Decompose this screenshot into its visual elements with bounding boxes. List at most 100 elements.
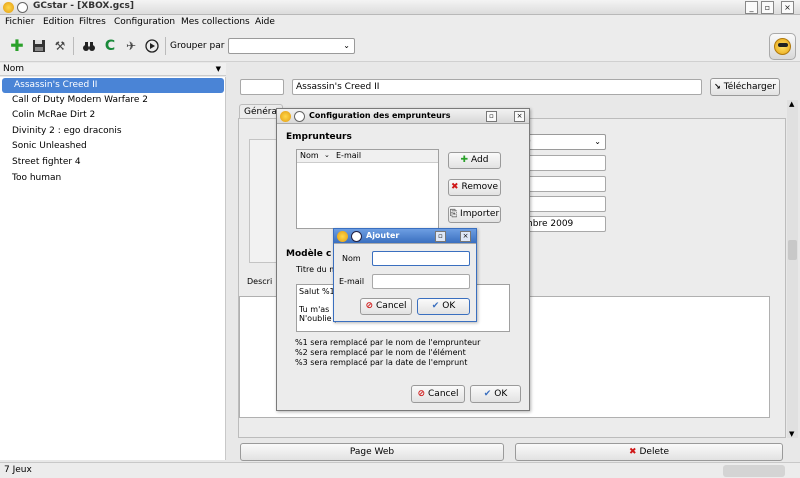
import-button-label: Importer xyxy=(460,209,500,219)
legend-line-3: %3 sera remplacé par la date de l'emprun… xyxy=(295,358,468,367)
borrowers-list[interactable]: Nom ⌄ E-mail xyxy=(296,149,439,229)
menu-aide[interactable]: Aide xyxy=(255,17,275,27)
ok-button-label: OK xyxy=(442,301,456,311)
chevron-down-icon: ⌄ xyxy=(324,151,330,159)
list-item[interactable]: Divinity 2 : ego draconis xyxy=(0,124,226,139)
add-dialog-titlebar: Ajouter ▫ × xyxy=(334,229,476,244)
list-item[interactable]: Call of Duty Modern Warfare 2 xyxy=(0,93,226,108)
model-section-label: Modèle c xyxy=(286,249,332,259)
cancel-icon: ⊘ xyxy=(365,301,374,311)
window-menu-icon[interactable] xyxy=(17,2,28,13)
cancel-icon: ⊘ xyxy=(417,389,426,399)
borrowers-section-label: Emprunteurs xyxy=(286,132,352,142)
menu-fichier[interactable]: Fichier xyxy=(5,17,34,27)
col-name[interactable]: Nom xyxy=(300,151,319,160)
status-bar: 7 Jeux xyxy=(0,462,800,478)
borrowers-ok-button[interactable]: ✔ OK xyxy=(470,385,521,403)
check-icon: ✔ xyxy=(431,301,440,311)
add-icon[interactable]: ✚ xyxy=(10,38,24,54)
close-button[interactable]: × xyxy=(514,111,525,122)
delete-button-label: Delete xyxy=(639,447,670,457)
cover-image[interactable] xyxy=(249,139,279,263)
minimize-button[interactable]: _ xyxy=(745,1,758,14)
play-icon[interactable] xyxy=(145,39,159,53)
close-button[interactable]: × xyxy=(781,1,794,14)
list-header-label: Nom xyxy=(3,64,25,74)
menu-edition[interactable]: Edition xyxy=(43,17,74,27)
name-input[interactable] xyxy=(372,251,470,266)
chevron-down-icon: ⌄ xyxy=(343,41,350,50)
import-button[interactable]: ⎘ Importer xyxy=(448,206,501,223)
gcstar-button[interactable] xyxy=(769,33,796,60)
list-item[interactable]: Street fighter 4 xyxy=(0,155,226,170)
borrowers-dialog-title: Configuration des emprunteurs xyxy=(309,111,451,120)
tab-general-label: Généra xyxy=(244,107,277,117)
download-button[interactable]: ↘ Télécharger xyxy=(710,78,780,96)
menu-configuration[interactable]: Configuration xyxy=(114,17,175,27)
remove-button-label: Remove xyxy=(461,182,499,192)
add-button[interactable]: ✚ Add xyxy=(448,152,501,169)
borrowers-cancel-button[interactable]: ⊘ Cancel xyxy=(411,385,465,403)
scrollbar[interactable]: ▲ ▼ xyxy=(787,100,798,438)
window-titlebar: GCstar - [XBOX.gcs] _ ▫ × xyxy=(0,0,800,15)
name-label: Nom xyxy=(342,254,361,263)
legend-line-2: %2 sera remplacé par le nom de l'élément xyxy=(295,348,466,357)
list-header[interactable]: Nom ▼ xyxy=(0,63,226,76)
item-title-input[interactable]: Assassin's Creed II xyxy=(292,79,702,95)
maximize-button[interactable]: ▫ xyxy=(486,111,497,122)
group-by-select[interactable]: ⌄ xyxy=(228,38,355,54)
save-icon[interactable] xyxy=(32,39,46,53)
add-ok-button[interactable]: ✔ OK xyxy=(417,298,470,315)
delete-icon: ✖ xyxy=(450,182,459,192)
item-combo[interactable]: 0 ⌄ xyxy=(520,134,606,150)
scroll-down-icon[interactable]: ▼ xyxy=(789,430,794,438)
toolbar-separator xyxy=(165,37,166,55)
status-count: 7 Jeux xyxy=(4,465,32,475)
delete-button[interactable]: ✖ Delete xyxy=(515,443,783,461)
item-date-field[interactable]: mbre 2009 xyxy=(520,216,606,232)
list-item[interactable]: Colin McRae Dirt 2 xyxy=(0,108,226,123)
cancel-button-label: Cancel xyxy=(428,389,459,399)
list-item[interactable]: Too human xyxy=(0,171,226,186)
app-logo-icon xyxy=(3,2,14,13)
menu-filtres[interactable]: Filtres xyxy=(79,17,106,27)
app-logo-icon xyxy=(337,231,348,242)
col-email[interactable]: E-mail xyxy=(336,151,361,160)
refresh-icon[interactable]: C xyxy=(103,39,117,53)
add-icon: ✚ xyxy=(460,155,469,165)
menu-collections[interactable]: Mes collections xyxy=(181,17,250,27)
item-field-2[interactable] xyxy=(520,176,606,192)
ok-button-label: OK xyxy=(494,389,508,399)
item-field-1[interactable] xyxy=(520,155,606,171)
list-item[interactable]: Sonic Unleashed xyxy=(0,139,226,154)
check-icon: ✔ xyxy=(483,389,492,399)
list-item[interactable]: Assassin's Creed II xyxy=(2,78,224,93)
item-list[interactable]: Assassin's Creed II Call of Duty Modern … xyxy=(0,77,226,460)
web-page-button[interactable]: Page Web xyxy=(240,443,504,461)
close-button[interactable]: × xyxy=(460,231,471,242)
item-id-input[interactable] xyxy=(240,79,284,95)
download-button-label: Télécharger xyxy=(723,82,776,92)
toolbar: ✚ ⚒ C ✈ Grouper par ⌄ xyxy=(0,30,800,62)
window-menu-icon[interactable] xyxy=(294,111,305,122)
email-input[interactable] xyxy=(372,274,470,289)
window-title: GCstar - [XBOX.gcs] xyxy=(33,1,135,11)
item-field-3[interactable] xyxy=(520,196,606,212)
remove-button[interactable]: ✖ Remove xyxy=(448,179,501,196)
binoculars-icon[interactable] xyxy=(82,39,96,53)
add-cancel-button[interactable]: ⊘ Cancel xyxy=(360,298,412,315)
scrollbar-thumb[interactable] xyxy=(788,240,797,260)
random-icon[interactable]: ✈ xyxy=(124,39,138,53)
borrowers-list-header: Nom ⌄ E-mail xyxy=(297,150,438,163)
window-menu-icon[interactable] xyxy=(351,231,362,242)
maximize-button[interactable]: ▫ xyxy=(435,231,446,242)
progress-bar xyxy=(723,465,785,477)
settings-icon[interactable]: ⚒ xyxy=(53,39,67,53)
chevron-down-icon: ▼ xyxy=(215,65,221,73)
description-label: Descri xyxy=(247,277,273,286)
cancel-button-label: Cancel xyxy=(376,301,407,311)
maximize-button[interactable]: ▫ xyxy=(761,1,774,14)
gcstar-logo-icon xyxy=(774,38,791,55)
scroll-up-icon[interactable]: ▲ xyxy=(789,100,794,108)
app-logo-icon xyxy=(280,111,291,122)
